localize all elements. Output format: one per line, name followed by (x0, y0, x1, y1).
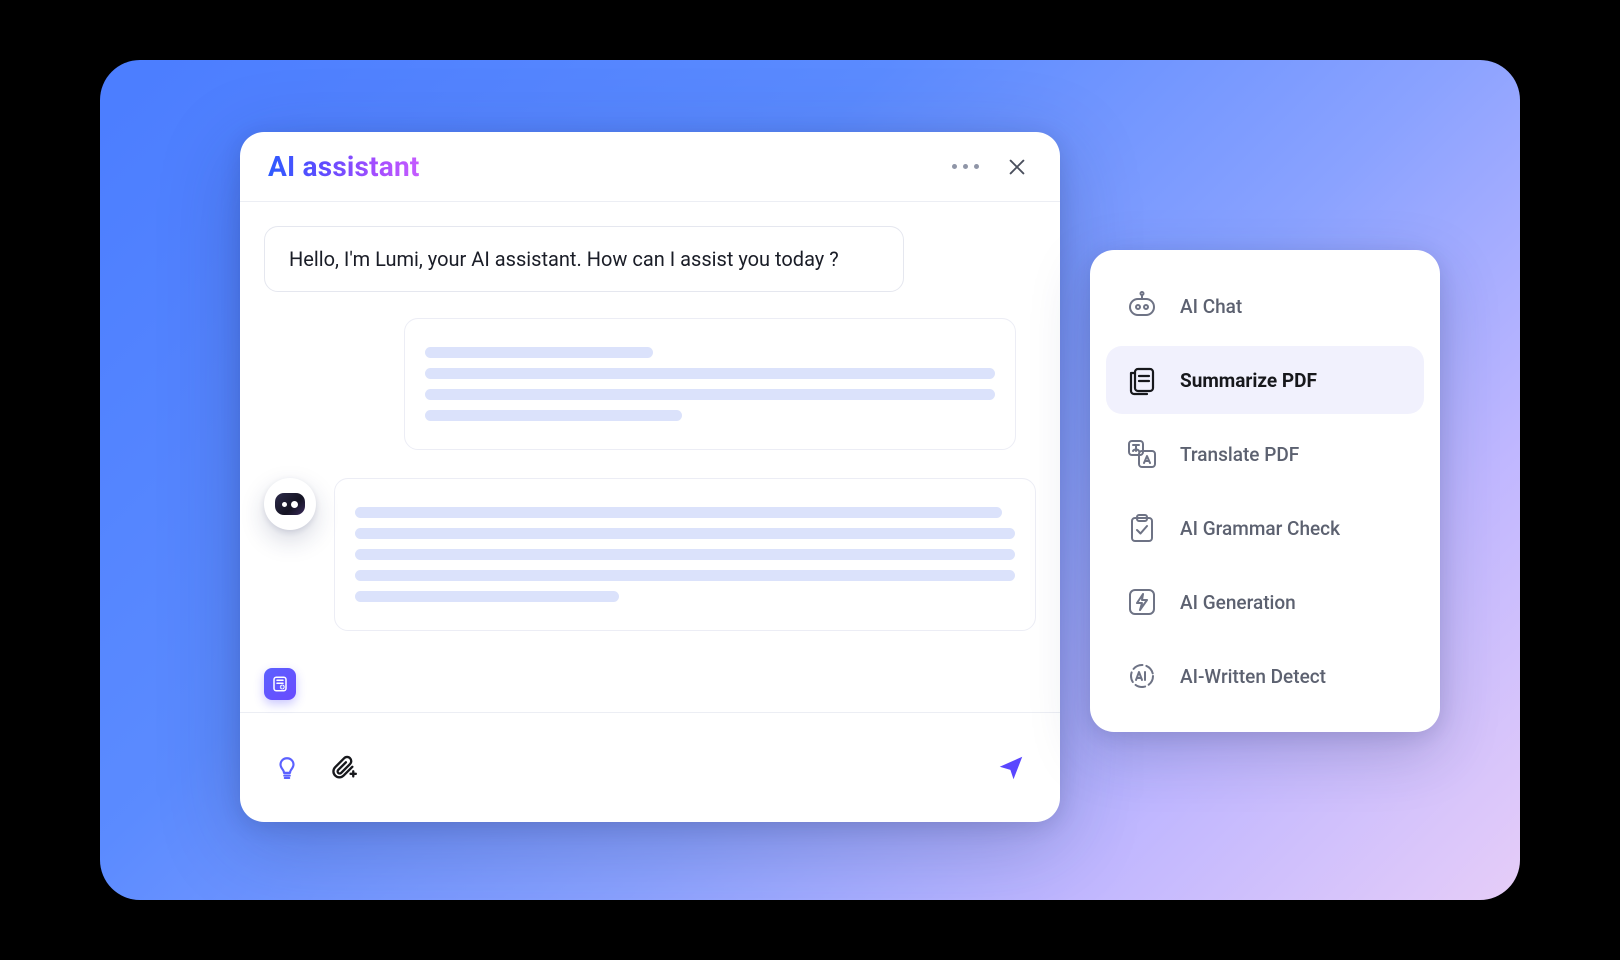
attach-button[interactable] (328, 753, 358, 783)
chat-header: AI assistant (240, 132, 1060, 202)
chat-title: AI assistant (268, 150, 420, 183)
more-options-button[interactable] (950, 152, 980, 182)
menu-item-label: AI Grammar Check (1180, 517, 1340, 540)
clipboard-check-icon (1124, 510, 1160, 546)
menu-item-translate-pdf[interactable]: Translate PDF (1106, 420, 1424, 488)
send-button[interactable] (994, 751, 1028, 785)
chat-window: AI assistant Hello, I'm Lumi, your AI as… (240, 132, 1060, 822)
menu-item-label: Translate PDF (1180, 443, 1299, 466)
menu-item-label: AI Chat (1180, 295, 1242, 318)
assistant-avatar (264, 478, 316, 530)
document-copy-icon (1124, 362, 1160, 398)
lightning-icon (1124, 584, 1160, 620)
chat-input-bar (240, 712, 1060, 822)
assistant-greeting-message: Hello, I'm Lumi, your AI assistant. How … (264, 226, 904, 292)
feature-menu: AI Chat Summarize PDF (1090, 250, 1440, 732)
gradient-background: AI assistant Hello, I'm Lumi, your AI as… (100, 60, 1520, 900)
menu-item-ai-chat[interactable]: AI Chat (1106, 272, 1424, 340)
robot-icon (1124, 288, 1160, 324)
menu-item-label: Summarize PDF (1180, 369, 1317, 392)
menu-item-ai-generation[interactable]: AI Generation (1106, 568, 1424, 636)
notes-button[interactable] (264, 668, 296, 700)
menu-item-grammar-check[interactable]: AI Grammar Check (1106, 494, 1424, 562)
robot-face-icon (275, 493, 305, 515)
suggestions-button[interactable] (272, 753, 302, 783)
menu-item-label: AI Generation (1180, 591, 1296, 614)
chat-body: Hello, I'm Lumi, your AI assistant. How … (240, 202, 1060, 712)
menu-item-summarize-pdf[interactable]: Summarize PDF (1106, 346, 1424, 414)
ai-detect-icon (1124, 658, 1160, 694)
translate-icon (1124, 436, 1160, 472)
assistant-message-placeholder (334, 478, 1036, 631)
menu-item-label: AI-Written Detect (1180, 665, 1326, 688)
menu-item-ai-written-detect[interactable]: AI-Written Detect (1106, 642, 1424, 710)
close-button[interactable] (1002, 152, 1032, 182)
user-message-placeholder (404, 318, 1016, 450)
